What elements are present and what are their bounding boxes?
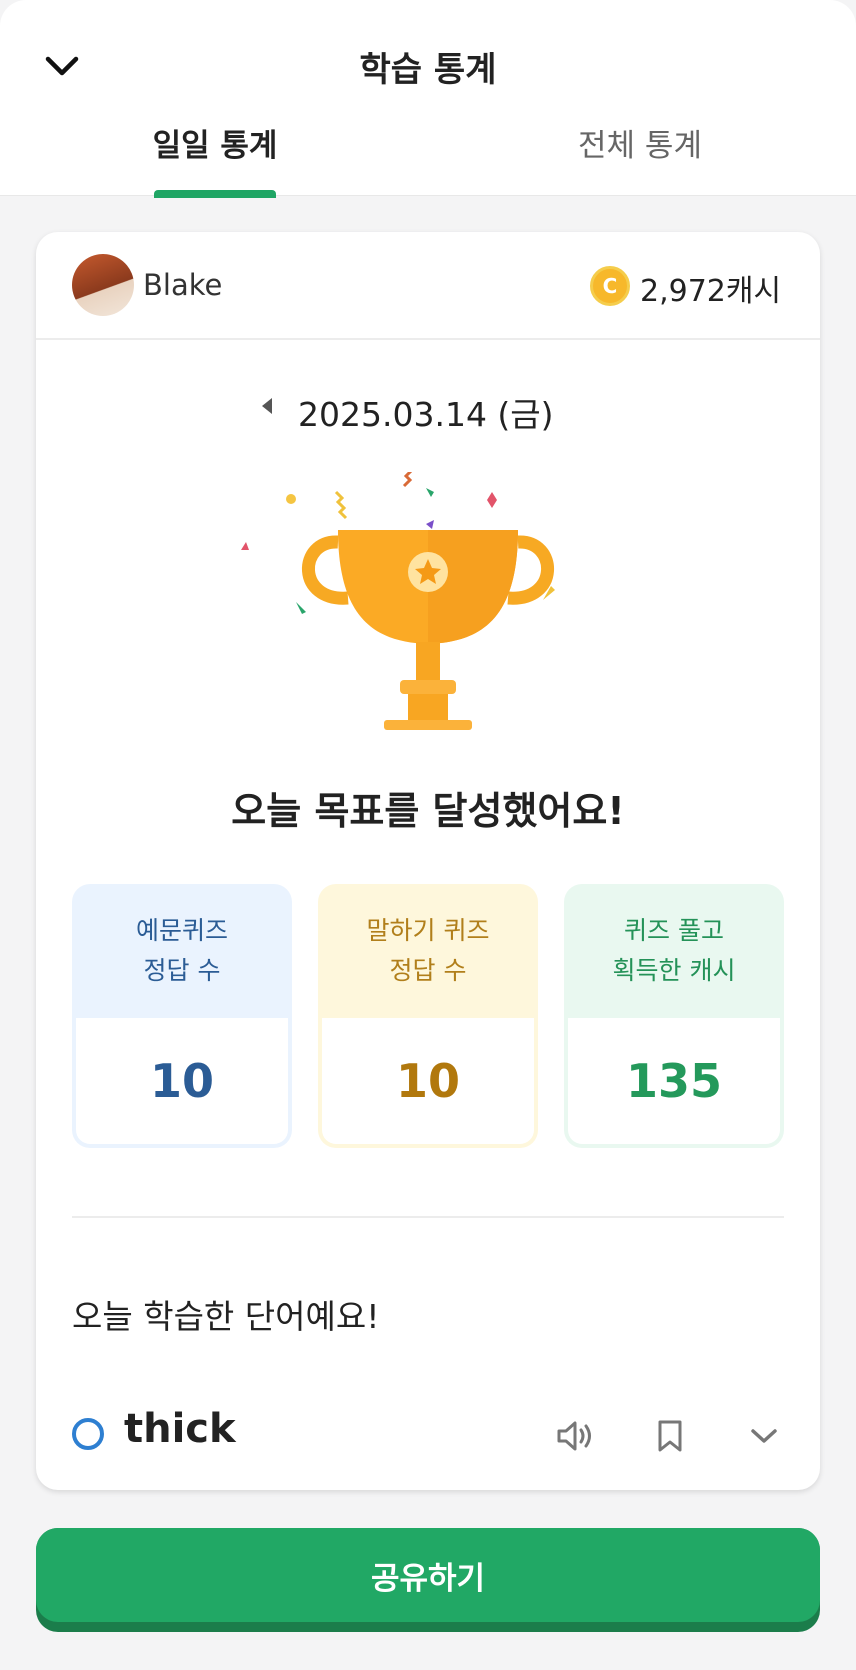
profile-header: Blake C 2,972캐시 bbox=[36, 232, 820, 340]
previous-date-icon[interactable] bbox=[262, 398, 272, 414]
date-navigator: 2025.03.14 (금) bbox=[36, 384, 820, 434]
top-bar: 학습 통계 일일 통계 전체 통계 bbox=[0, 0, 856, 198]
word-list-item[interactable]: thick bbox=[36, 1400, 820, 1470]
share-button-label: 공유하기 bbox=[36, 1528, 820, 1622]
learned-words-title: 오늘 학습한 단어예요! bbox=[72, 1297, 380, 1336]
bookmark-button[interactable] bbox=[648, 1414, 692, 1458]
word-text: thick bbox=[124, 1406, 236, 1452]
expand-button[interactable] bbox=[742, 1414, 786, 1458]
stat-value: 10 bbox=[76, 1018, 288, 1144]
stat-label: 말하기 퀴즈 정답 수 bbox=[366, 916, 490, 985]
cash-balance: 2,972캐시 bbox=[640, 274, 782, 309]
divider bbox=[72, 1216, 784, 1218]
speaker-icon bbox=[557, 1421, 591, 1451]
speaker-button[interactable] bbox=[554, 1414, 598, 1458]
avatar bbox=[72, 254, 134, 316]
trophy-illustration bbox=[241, 472, 555, 730]
coin-icon: C bbox=[590, 266, 630, 306]
trophy-cup bbox=[301, 530, 555, 730]
date-label: 2025.03.14 (금) bbox=[298, 395, 554, 434]
stat-label: 퀴즈 풀고 획득한 캐시 bbox=[612, 916, 736, 985]
goal-achieved-message: 오늘 목표를 달성했어요! bbox=[231, 789, 625, 833]
page-title: 학습 통계 bbox=[359, 50, 497, 90]
username: Blake bbox=[143, 268, 223, 302]
stat-value: 135 bbox=[568, 1018, 780, 1144]
stat-label: 예문퀴즈 정답 수 bbox=[135, 916, 228, 985]
circle-icon bbox=[72, 1418, 104, 1450]
bookmark-icon bbox=[658, 1420, 682, 1452]
active-tab-indicator bbox=[154, 190, 276, 198]
stat-example-quiz: 예문퀴즈 정답 수 10 bbox=[72, 884, 292, 1148]
stat-speaking-quiz: 말하기 퀴즈 정답 수 10 bbox=[318, 884, 538, 1148]
daily-stats-card: Blake C 2,972캐시 2025.03.14 (금) 오늘 목표를 달성… bbox=[36, 232, 820, 1490]
chevron-down-icon bbox=[751, 1429, 777, 1443]
share-button[interactable]: 공유하기 bbox=[36, 1528, 820, 1632]
tab-daily-stats[interactable]: 일일 통계 bbox=[120, 120, 310, 165]
tab-total-stats[interactable]: 전체 통계 bbox=[540, 120, 740, 165]
stat-value: 10 bbox=[322, 1018, 534, 1144]
stat-earned-cash: 퀴즈 풀고 획득한 캐시 135 bbox=[564, 884, 784, 1148]
